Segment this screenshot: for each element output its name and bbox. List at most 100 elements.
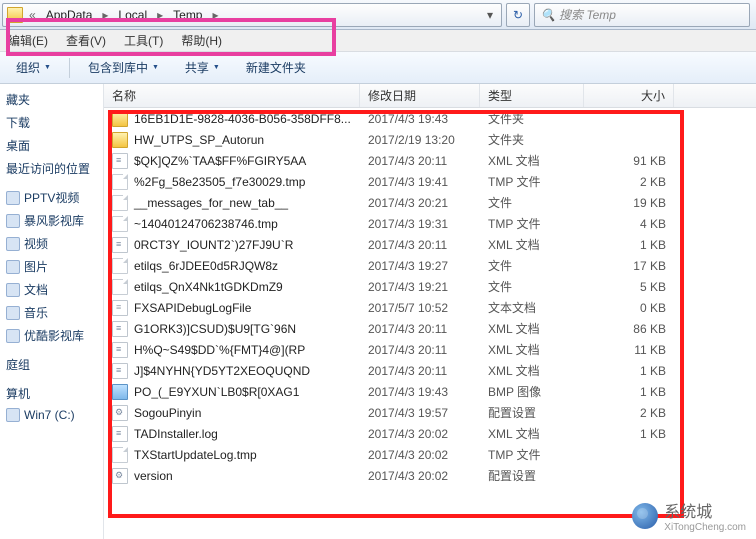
file-date: 2017/4/3 20:02 bbox=[360, 448, 480, 462]
include-button[interactable]: 包含到库中▼ bbox=[80, 56, 167, 79]
table-row[interactable]: etilqs_QnX4Nk1tGDKDmZ92017/4/3 19:21文件5 … bbox=[104, 276, 756, 297]
sidebar-item-recent[interactable]: 最近访问的位置 bbox=[0, 157, 103, 180]
drive-icon bbox=[6, 408, 20, 422]
table-row[interactable]: SogouPinyin2017/4/3 19:57配置设置2 KB bbox=[104, 402, 756, 423]
sidebar-item-computer[interactable]: 算机 bbox=[0, 382, 103, 405]
sidebar-item-win7-c[interactable]: Win7 (C:) bbox=[0, 405, 103, 425]
address-bar[interactable]: « AppData ▸ Local ▸ Temp ▸ ▾ bbox=[2, 3, 502, 27]
file-icon bbox=[112, 174, 128, 190]
file-icon bbox=[112, 216, 128, 232]
music-icon bbox=[6, 306, 20, 320]
table-row[interactable]: H%Q~S49$DD`%{FMT}4@](RP2017/4/3 20:11XML… bbox=[104, 339, 756, 360]
search-placeholder: 搜索 Temp bbox=[559, 6, 616, 23]
file-type: XML 文档 bbox=[480, 152, 584, 169]
sidebar-item-baofeng[interactable]: 暴风影视库 bbox=[0, 209, 103, 232]
table-row[interactable]: ~14040124706238746.tmp2017/4/3 19:31TMP … bbox=[104, 213, 756, 234]
file-type: 文件夹 bbox=[480, 110, 584, 127]
navigation-sidebar: 藏夹 下载 桌面 最近访问的位置 PPTV视频 暴风影视库 视频 图片 文档 音… bbox=[0, 84, 104, 539]
table-row[interactable]: J]$4NYHN{YD5YT2XEOQUQND2017/4/3 20:11XML… bbox=[104, 360, 756, 381]
breadcrumb-appdata[interactable]: AppData bbox=[42, 8, 97, 22]
workspace: 藏夹 下载 桌面 最近访问的位置 PPTV视频 暴风影视库 视频 图片 文档 音… bbox=[0, 84, 756, 539]
file-date: 2017/4/3 19:27 bbox=[360, 259, 480, 273]
file-date: 2017/4/3 20:11 bbox=[360, 343, 480, 357]
search-input[interactable]: 🔍 搜索 Temp bbox=[534, 3, 750, 27]
sidebar-item-documents[interactable]: 文档 bbox=[0, 278, 103, 301]
table-row[interactable]: $QK]QZ%`TAA$FF%FGIRY5AA2017/4/3 20:11XML… bbox=[104, 150, 756, 171]
file-icon bbox=[112, 363, 128, 379]
sidebar-item-favorites[interactable]: 藏夹 bbox=[0, 88, 103, 111]
command-toolbar: 组织▼ 包含到库中▼ 共享▼ 新建文件夹 bbox=[0, 52, 756, 84]
file-name: 0RCT3Y_IOUNT2`)27FJ9U`R bbox=[134, 238, 293, 252]
table-row[interactable]: %2Fg_58e23505_f7e30029.tmp2017/4/3 19:41… bbox=[104, 171, 756, 192]
breadcrumb-temp[interactable]: Temp bbox=[169, 8, 206, 22]
sidebar-item-pptv[interactable]: PPTV视频 bbox=[0, 186, 103, 209]
watermark-url: XiTongCheng.com bbox=[664, 522, 746, 533]
watermark-text: 系统城 bbox=[664, 498, 746, 522]
column-size[interactable]: 大小 bbox=[584, 84, 674, 107]
sidebar-item-homegroup[interactable]: 庭组 bbox=[0, 353, 103, 376]
table-row[interactable]: version2017/4/3 20:02配置设置 bbox=[104, 465, 756, 486]
file-size: 5 KB bbox=[584, 280, 674, 294]
sidebar-item-desktop[interactable]: 桌面 bbox=[0, 134, 103, 157]
file-size: 19 KB bbox=[584, 196, 674, 210]
chevron-right-icon: ▸ bbox=[100, 8, 110, 22]
table-row[interactable]: HW_UTPS_SP_Autorun2017/2/19 13:20文件夹 bbox=[104, 129, 756, 150]
table-row[interactable]: 0RCT3Y_IOUNT2`)27FJ9U`R2017/4/3 20:11XML… bbox=[104, 234, 756, 255]
file-name: etilqs_QnX4Nk1tGDKDmZ9 bbox=[134, 280, 283, 294]
table-row[interactable]: FXSAPIDebugLogFile2017/5/7 10:52文本文档0 KB bbox=[104, 297, 756, 318]
file-icon bbox=[112, 426, 128, 442]
column-name[interactable]: 名称 bbox=[104, 84, 360, 107]
file-name: TXStartUpdateLog.tmp bbox=[134, 448, 257, 462]
file-date: 2017/4/3 19:43 bbox=[360, 112, 480, 126]
file-name: FXSAPIDebugLogFile bbox=[134, 301, 251, 315]
chevron-left-icon[interactable]: « bbox=[27, 8, 38, 22]
file-name: J]$4NYHN{YD5YT2XEOQUQND bbox=[134, 364, 310, 378]
organize-button[interactable]: 组织▼ bbox=[8, 56, 59, 79]
table-row[interactable]: etilqs_6rJDEE0d5RJQW8z2017/4/3 19:27文件17… bbox=[104, 255, 756, 276]
table-row[interactable]: PO_(_E9YXUN`LB0$R[0XAG12017/4/3 19:43BMP… bbox=[104, 381, 756, 402]
table-row[interactable]: 16EB1D1E-9828-4036-B056-358DFF8...2017/4… bbox=[104, 108, 756, 129]
address-dropdown-icon[interactable]: ▾ bbox=[483, 8, 497, 22]
table-row[interactable]: TADInstaller.log2017/4/3 20:02XML 文档1 KB bbox=[104, 423, 756, 444]
newfolder-button[interactable]: 新建文件夹 bbox=[238, 56, 314, 79]
separator bbox=[69, 58, 70, 78]
video-icon bbox=[6, 237, 20, 251]
file-icon bbox=[112, 132, 128, 148]
file-type: 文本文档 bbox=[480, 299, 584, 316]
file-type: 配置设置 bbox=[480, 404, 584, 421]
menu-tools[interactable]: 工具(T) bbox=[122, 32, 165, 49]
file-rows: 16EB1D1E-9828-4036-B056-358DFF8...2017/4… bbox=[104, 108, 756, 486]
file-date: 2017/4/3 20:02 bbox=[360, 427, 480, 441]
menu-help[interactable]: 帮助(H) bbox=[179, 32, 224, 49]
file-list-panel: 名称 修改日期 类型 大小 16EB1D1E-9828-4036-B056-35… bbox=[104, 84, 756, 539]
sidebar-item-video[interactable]: 视频 bbox=[0, 232, 103, 255]
table-row[interactable]: TXStartUpdateLog.tmp2017/4/3 20:02TMP 文件 bbox=[104, 444, 756, 465]
share-button[interactable]: 共享▼ bbox=[177, 56, 228, 79]
folder-icon bbox=[7, 7, 23, 23]
sidebar-item-music[interactable]: 音乐 bbox=[0, 301, 103, 324]
file-date: 2017/4/3 19:41 bbox=[360, 175, 480, 189]
file-date: 2017/4/3 19:31 bbox=[360, 217, 480, 231]
refresh-button[interactable]: ↻ bbox=[506, 3, 530, 27]
file-date: 2017/4/3 19:43 bbox=[360, 385, 480, 399]
column-type[interactable]: 类型 bbox=[480, 84, 584, 107]
file-size: 86 KB bbox=[584, 322, 674, 336]
table-row[interactable]: __messages_for_new_tab__2017/4/3 20:21文件… bbox=[104, 192, 756, 213]
file-size: 4 KB bbox=[584, 217, 674, 231]
watermark: 系统城 XiTongCheng.com bbox=[632, 498, 746, 533]
file-type: 文件夹 bbox=[480, 131, 584, 148]
menu-view[interactable]: 查看(V) bbox=[64, 32, 108, 49]
sidebar-item-pictures[interactable]: 图片 bbox=[0, 255, 103, 278]
file-icon bbox=[112, 195, 128, 211]
file-name: etilqs_6rJDEE0d5RJQW8z bbox=[134, 259, 278, 273]
table-row[interactable]: G1ORK3)]CSUD)$U9[TG`96N2017/4/3 20:11XML… bbox=[104, 318, 756, 339]
file-size: 2 KB bbox=[584, 175, 674, 189]
video-icon bbox=[6, 191, 20, 205]
watermark-logo-icon bbox=[632, 503, 658, 529]
sidebar-item-youku[interactable]: 优酷影视库 bbox=[0, 324, 103, 347]
search-icon: 🔍 bbox=[541, 8, 555, 22]
menu-edit[interactable]: 编辑(E) bbox=[6, 32, 50, 49]
breadcrumb-local[interactable]: Local bbox=[114, 8, 151, 22]
sidebar-item-downloads[interactable]: 下载 bbox=[0, 111, 103, 134]
column-date[interactable]: 修改日期 bbox=[360, 84, 480, 107]
